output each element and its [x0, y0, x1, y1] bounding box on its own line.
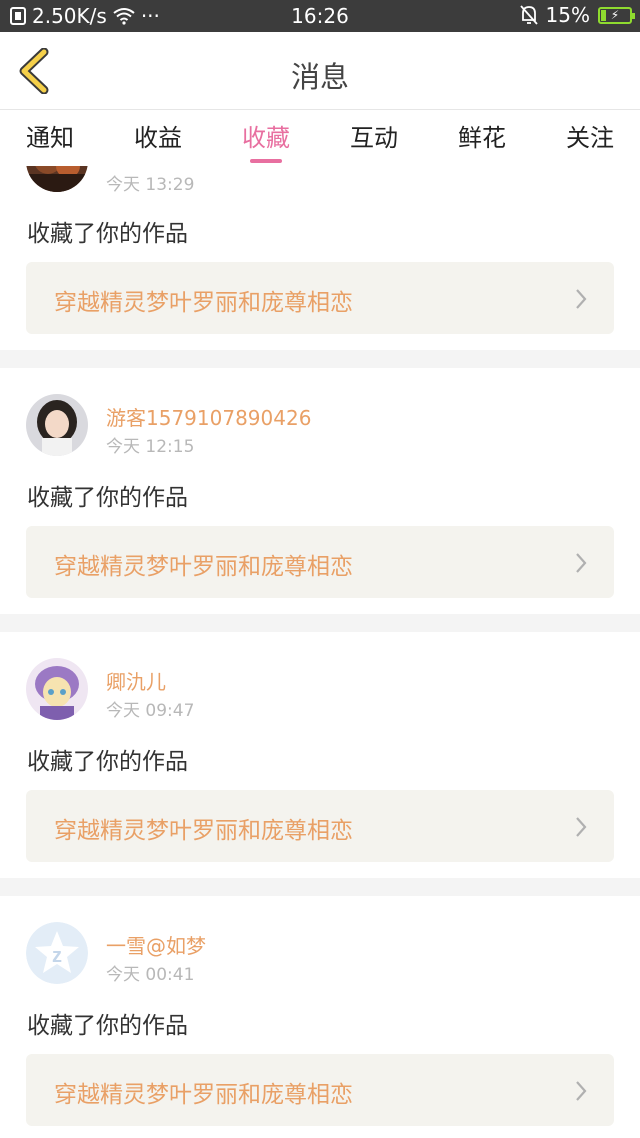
message-action: 收藏了你的作品	[27, 221, 188, 247]
bell-off-icon	[519, 5, 538, 25]
battery-icon: ⚡	[598, 6, 635, 24]
message-action: 收藏了你的作品	[27, 485, 188, 511]
work-link[interactable]: 穿越精灵梦叶罗丽和庞尊相恋	[26, 526, 614, 598]
message-card: 今天 13:29 收藏了你的作品 穿越精灵梦叶罗丽和庞尊相恋	[0, 166, 640, 350]
tab-interactions[interactable]: 互动	[350, 110, 398, 166]
chevron-right-icon	[576, 1081, 587, 1101]
work-link[interactable]: 穿越精灵梦叶罗丽和庞尊相恋	[26, 790, 614, 862]
page-title: 消息	[290, 60, 349, 94]
status-bar: 2.50K/s ··· 16:26 15% ⚡	[0, 0, 640, 32]
message-time: 今天 00:41	[106, 965, 195, 985]
work-title: 穿越精灵梦叶罗丽和庞尊相恋	[54, 1082, 353, 1108]
default-qzone-avatar-icon[interactable]: z	[26, 922, 88, 984]
work-title: 穿越精灵梦叶罗丽和庞尊相恋	[54, 818, 353, 844]
username[interactable]: 卿氿儿	[106, 666, 166, 695]
message-action: 收藏了你的作品	[27, 1013, 188, 1039]
tab-flowers[interactable]: 鲜花	[458, 110, 506, 166]
tab-notifications[interactable]: 通知	[26, 110, 74, 166]
message-time: 今天 13:29	[106, 175, 195, 195]
tab-favorites[interactable]: 收藏	[242, 110, 290, 166]
work-link[interactable]: 穿越精灵梦叶罗丽和庞尊相恋	[26, 1054, 614, 1126]
tab-following[interactable]: 关注	[566, 110, 614, 166]
tab-earnings[interactable]: 收益	[134, 110, 182, 166]
message-feed[interactable]: 今天 13:29 收藏了你的作品 穿越精灵梦叶罗丽和庞尊相恋 游客1579107…	[0, 166, 640, 1138]
username[interactable]: 游客1579107890426	[106, 402, 311, 431]
message-time: 今天 09:47	[106, 701, 195, 721]
work-title: 穿越精灵梦叶罗丽和庞尊相恋	[54, 554, 353, 580]
avatar[interactable]	[26, 394, 88, 456]
svg-text:z: z	[52, 945, 62, 967]
work-link[interactable]: 穿越精灵梦叶罗丽和庞尊相恋	[26, 262, 614, 334]
message-action: 收藏了你的作品	[27, 749, 188, 775]
message-card: 卿氿儿 今天 09:47 收藏了你的作品 穿越精灵梦叶罗丽和庞尊相恋	[0, 632, 640, 878]
work-title: 穿越精灵梦叶罗丽和庞尊相恋	[54, 290, 353, 316]
avatar[interactable]	[26, 658, 88, 720]
chevron-right-icon	[576, 817, 587, 837]
chevron-right-icon	[576, 553, 587, 573]
message-card: 游客1579107890426 今天 12:15 收藏了你的作品 穿越精灵梦叶罗…	[0, 368, 640, 614]
avatar[interactable]	[26, 166, 88, 192]
battery-percent: 15%	[545, 3, 590, 27]
nav-bar: 消息	[0, 32, 640, 110]
username[interactable]: 一雪@如梦	[106, 930, 206, 959]
message-time: 今天 12:15	[106, 437, 195, 457]
tab-bar: 通知 收益 收藏 互动 鲜花 关注	[0, 110, 640, 166]
message-card: z 一雪@如梦 今天 00:41 收藏了你的作品 穿越精灵梦叶罗丽和庞尊相恋	[0, 896, 640, 1138]
chevron-right-icon	[576, 289, 587, 309]
